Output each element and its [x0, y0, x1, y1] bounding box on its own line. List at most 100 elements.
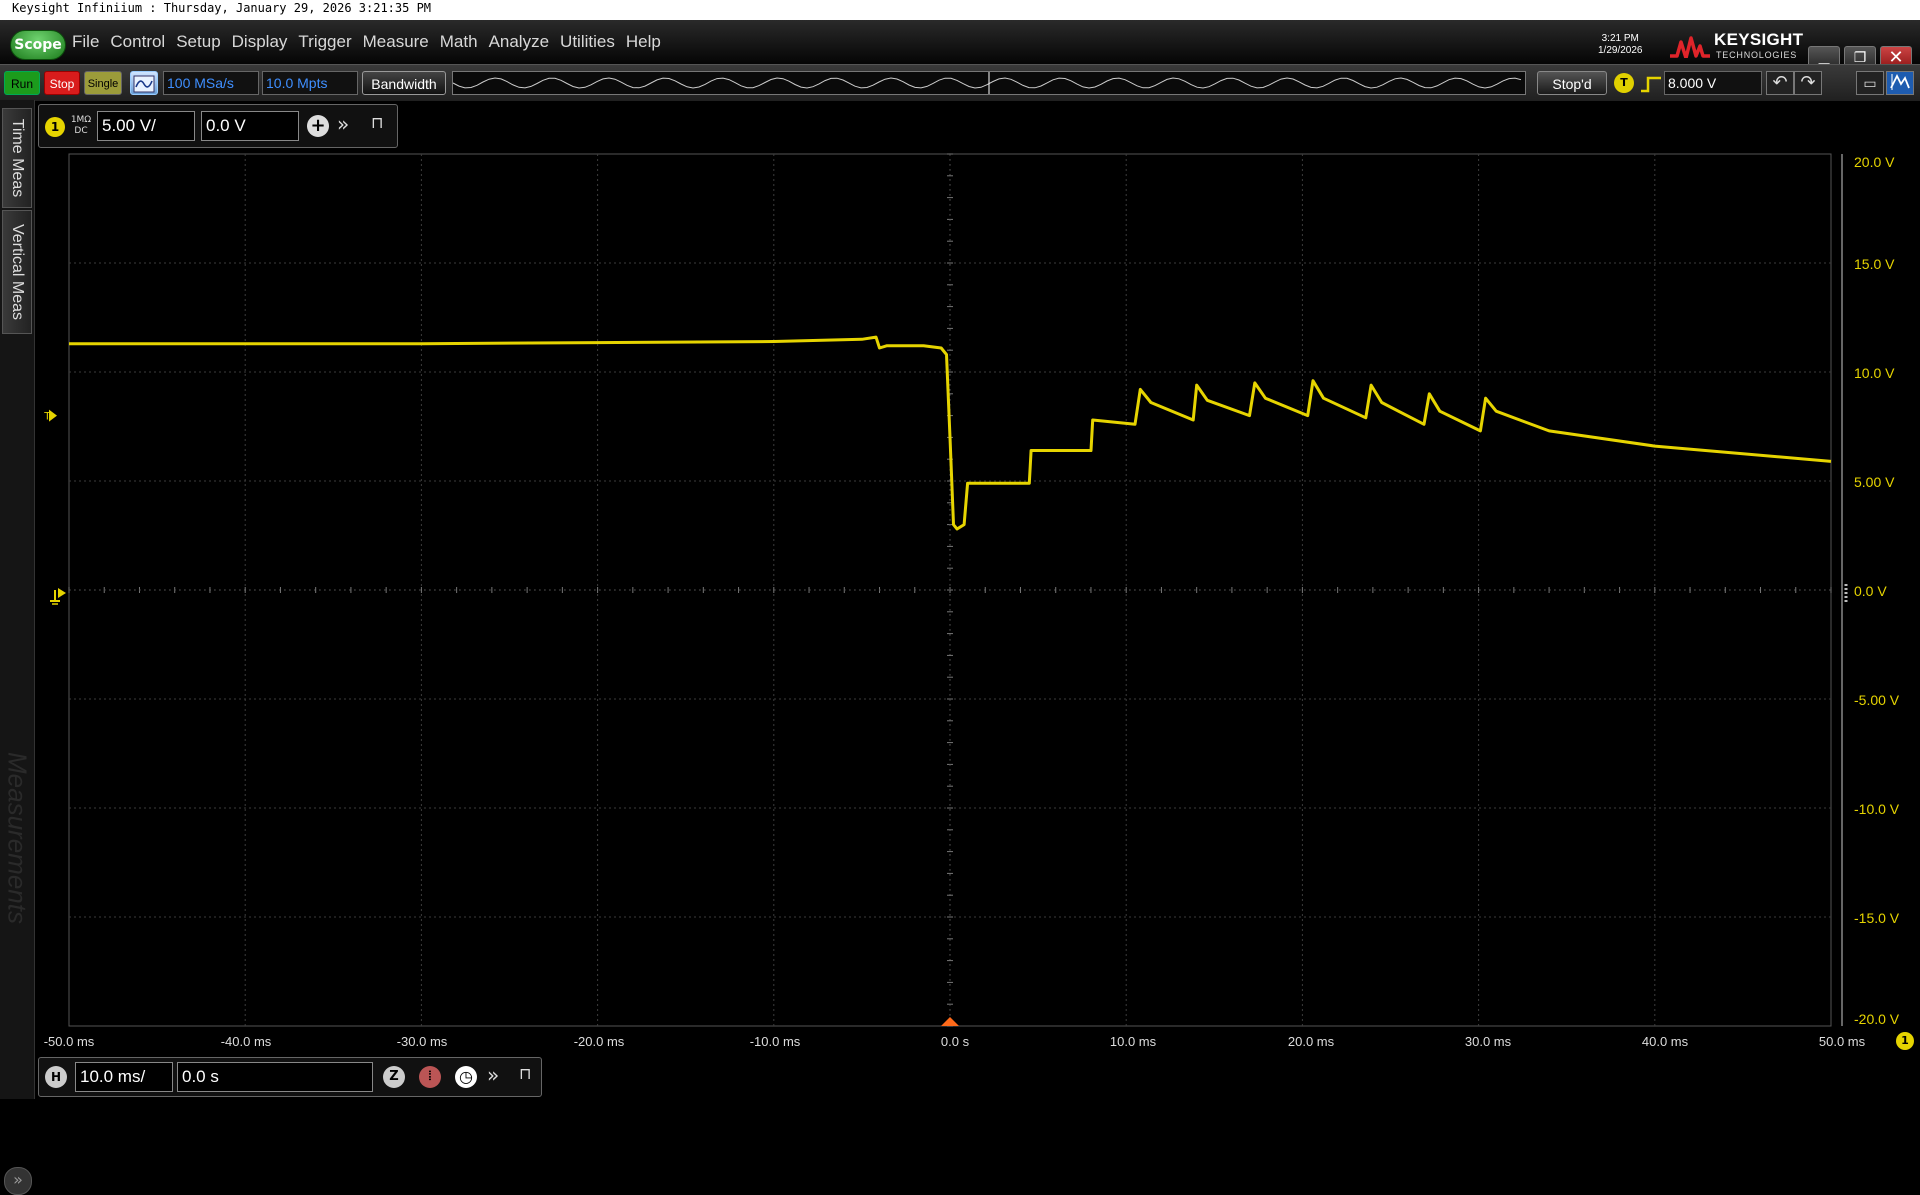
clock: 3:21 PM 1/29/2026 [1598, 33, 1643, 57]
window-title: Keysight Infiniium : Thursday, January 2… [0, 0, 1920, 20]
volt-tick: 10.0 V [1854, 365, 1895, 381]
time-tick: 30.0 ms [1464, 1034, 1512, 1049]
add-channel-button[interactable]: + [307, 115, 329, 137]
menu-trigger[interactable]: Trigger [298, 32, 351, 52]
menu-file[interactable]: File [72, 32, 99, 52]
horizontal-position-field[interactable]: 0.0 s [177, 1062, 373, 1092]
pin-icon[interactable]: ⊓ [519, 1064, 531, 1083]
scrollbar-right[interactable] [1841, 154, 1848, 1026]
autoscale-icon [133, 75, 155, 93]
volt-tick: 5.00 V [1854, 474, 1895, 490]
timebase-reference-button[interactable]: ◷ [455, 1066, 477, 1088]
tab-vertical-meas-label: Vertical Meas [9, 223, 26, 321]
menu-setup[interactable]: Setup [176, 32, 220, 52]
time-tick: -50.0 ms [43, 1034, 95, 1049]
channel1-offset-field[interactable]: 0.0 V [201, 111, 299, 141]
horizontal-badge[interactable]: H [45, 1066, 67, 1088]
brand-sub: TECHNOLOGIES [1716, 50, 1798, 60]
stop-button[interactable]: Stop [44, 71, 80, 95]
time-tick: 0.0 s [940, 1034, 970, 1049]
scope-button[interactable]: Scope [10, 30, 66, 60]
more-chevron-icon[interactable]: » [487, 1063, 499, 1087]
channel1-scale-field[interactable]: 5.00 V/ [97, 111, 195, 141]
sample-rate-field[interactable]: 100 MSa/s [163, 71, 259, 95]
channel1-coupling[interactable]: 1MΩ DC [69, 115, 93, 137]
ground-marker[interactable] [50, 588, 66, 605]
time-tick: 10.0 ms [1109, 1034, 1157, 1049]
measure-tool-button[interactable] [1886, 71, 1914, 95]
autoscale-button[interactable] [130, 71, 158, 95]
single-button[interactable]: Single [84, 71, 122, 95]
toolbar-menu-button[interactable]: ▭ [1856, 71, 1884, 95]
menu-items: File Control Setup Display Trigger Measu… [72, 32, 661, 52]
tab-time-meas-label: Time Meas [9, 118, 26, 198]
menu-utilities[interactable]: Utilities [560, 32, 615, 52]
trigger-level-marker[interactable] [49, 409, 57, 422]
trigger-position-marker[interactable] [941, 1017, 959, 1026]
channel1-impedance: 1MΩ [70, 115, 92, 125]
double-chevron-icon: » [13, 1170, 23, 1189]
volt-tick: 15.0 V [1854, 256, 1895, 272]
volt-tick: -5.00 V [1854, 692, 1900, 708]
menu-analyze[interactable]: Analyze [489, 32, 549, 52]
volt-tick: -15.0 V [1854, 910, 1900, 926]
left-panel: Time Meas Vertical Meas Measurements » [0, 100, 35, 1195]
measurements-watermark: Measurements [2, 752, 33, 924]
overview-trace [452, 77, 1522, 89]
menu-help[interactable]: Help [626, 32, 661, 52]
volt-tick: -10.0 V [1854, 801, 1900, 817]
channel-indicator[interactable]: 1 [1896, 1032, 1914, 1050]
redo-icon: ↷ [1800, 72, 1816, 93]
waveform-overview[interactable] [452, 71, 1526, 95]
time-tick: -30.0 ms [396, 1034, 448, 1049]
bandwidth-button[interactable]: Bandwidth [362, 71, 446, 95]
volt-tick: 20.0 V [1854, 154, 1895, 170]
segmented-button[interactable]: ⦙ [419, 1066, 441, 1088]
panel-icon: ▭ [1863, 76, 1877, 92]
horizontal-control: H 10.0 ms/ 0.0 s Z ⦙ ◷ » ⊓ [38, 1057, 542, 1097]
rising-edge-icon[interactable] [1640, 75, 1662, 93]
channel1-control: 1 1MΩ DC 5.00 V/ 0.0 V + » ⊓ [38, 104, 398, 148]
menu-bar: Scope File Control Setup Display Trigger… [0, 20, 1920, 72]
horizontal-scale-field[interactable]: 10.0 ms/ [75, 1062, 173, 1092]
memory-depth-field[interactable]: 10.0 Mpts [262, 71, 358, 95]
more-chevron-icon[interactable]: » [337, 112, 349, 136]
segments-icon: ⦙ [428, 1069, 432, 1084]
clock-time: 3:21 PM [1601, 33, 1639, 44]
clock-icon: ◷ [459, 1067, 473, 1086]
graticule [68, 153, 1832, 1027]
expand-panel-button[interactable]: » [4, 1167, 32, 1195]
time-tick: 20.0 ms [1287, 1034, 1335, 1049]
run-button[interactable]: Run [4, 71, 40, 95]
clock-date: 1/29/2026 [1598, 45, 1643, 56]
menu-display[interactable]: Display [232, 32, 288, 52]
trigger-level-field[interactable]: 8.000 V [1664, 71, 1762, 95]
undo-icon: ↶ [1772, 72, 1788, 93]
pin-icon[interactable]: ⊓ [371, 113, 383, 132]
channel1-dc: DC [74, 126, 88, 136]
time-tick: -40.0 ms [220, 1034, 272, 1049]
time-tick: -20.0 ms [573, 1034, 625, 1049]
plus-icon: + [310, 115, 326, 136]
zoom-button[interactable]: Z [383, 1066, 405, 1088]
menu-measure[interactable]: Measure [363, 32, 429, 52]
redo-button[interactable]: ↷ [1794, 71, 1822, 95]
undo-button[interactable]: ↶ [1766, 71, 1794, 95]
time-tick: 40.0 ms [1641, 1034, 1689, 1049]
channel1-badge[interactable]: 1 [45, 117, 65, 137]
menu-math[interactable]: Math [440, 32, 478, 52]
waveform-display[interactable]: T [0, 0, 1920, 1099]
tab-vertical-meas[interactable]: Vertical Meas [2, 210, 32, 334]
zoom-icon: Z [389, 1069, 399, 1084]
trigger-level-marker-label: T [44, 411, 51, 423]
channel1-trace [69, 335, 1832, 531]
acquisition-status: Stop'd [1537, 71, 1607, 95]
overview-waveform [452, 72, 1522, 94]
menu-control[interactable]: Control [110, 32, 165, 52]
keysight-wave-icon [1670, 36, 1710, 58]
tab-time-meas[interactable]: Time Meas [2, 108, 32, 208]
measure-cursor-icon [1890, 73, 1910, 90]
volt-tick: -20.0 V [1854, 1011, 1900, 1027]
trigger-badge[interactable]: T [1614, 73, 1634, 93]
volt-tick: 0.0 V [1854, 583, 1887, 599]
